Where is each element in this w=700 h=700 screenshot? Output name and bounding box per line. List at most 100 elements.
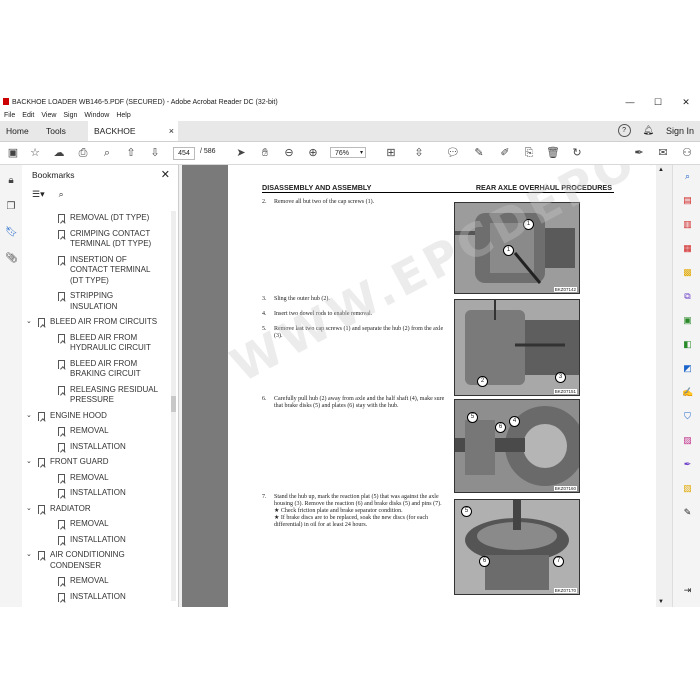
bookmark-item[interactable]: ⌄ AIR CONDITIONING CONDENSER: [22, 548, 162, 574]
lock-icon[interactable]: 🔒︎: [5, 175, 17, 187]
bookmark-item[interactable]: INSTALLATION: [22, 486, 162, 502]
bookmarks-close-icon[interactable]: ✕: [161, 168, 170, 181]
bookmark-item[interactable]: INSTALLATION: [22, 590, 162, 606]
scroll-mode-icon[interactable]: ⇳: [412, 146, 426, 160]
collapse-panel-icon[interactable]: ⇥: [682, 585, 693, 596]
search-icon[interactable]: ⌕: [682, 171, 693, 182]
bookmark-item[interactable]: INSTALLATION: [22, 440, 162, 456]
cloud-upload-icon[interactable]: ☁: [52, 146, 66, 160]
bookmark-item[interactable]: ⌄ RADIATOR: [22, 502, 162, 518]
chevron-down-icon[interactable]: ⌄: [26, 550, 32, 561]
bell-icon[interactable]: 🔔︎: [643, 125, 654, 136]
send-sign-icon[interactable]: ✒: [682, 459, 693, 470]
bookmark-icon: [58, 229, 65, 239]
bookmark-label: INSTALLATION: [70, 591, 126, 601]
email-icon[interactable]: ✉: [656, 146, 670, 160]
fit-page-icon[interactable]: ⊞: [384, 146, 398, 160]
bookmark-item[interactable]: REMOVAL: [22, 574, 162, 590]
scan-ocr-icon[interactable]: ◧: [682, 339, 693, 350]
bookmark-item[interactable]: INSTALLATION: [22, 533, 162, 549]
tab-close-icon[interactable]: ×: [169, 121, 174, 141]
bookmark-item[interactable]: REMOVAL: [22, 424, 162, 440]
chevron-down-icon[interactable]: ⌄: [26, 457, 32, 468]
bookmark-item[interactable]: REMOVAL (DT TYPE): [22, 211, 162, 227]
bookmark-item[interactable]: BLEED AIR FROM BRAKING CIRCUIT: [22, 357, 162, 383]
select-cursor-icon[interactable]: ➤: [234, 146, 248, 160]
bookmark-options-icon[interactable]: ☰▾: [32, 189, 45, 200]
bookmarks-tools: ☰▾ ⌕: [32, 189, 64, 200]
page-thumbnails-icon[interactable]: ❐: [5, 201, 17, 213]
organize-pages-icon[interactable]: ▣: [682, 315, 693, 326]
create-pdf-icon[interactable]: ▥: [682, 219, 693, 230]
bookmarks-scrollbar[interactable]: [171, 211, 176, 601]
bookmark-item[interactable]: RELEASING RESIDUAL PRESSURE: [22, 383, 162, 409]
bookmark-search-icon[interactable]: ⌕: [59, 189, 64, 200]
sign-pen-icon[interactable]: ✒: [632, 146, 646, 160]
maximize-button[interactable]: ☐: [644, 95, 672, 109]
bookmark-item[interactable]: ⌄ ENGINE HOOD: [22, 409, 162, 425]
comment-tool-icon[interactable]: ▩: [682, 267, 693, 278]
menu-view[interactable]: View: [41, 112, 56, 119]
delete-icon[interactable]: 🗑︎: [546, 146, 560, 160]
bookmarks-panel-icon[interactable]: 🔖︎: [5, 227, 18, 239]
certificates-icon[interactable]: ▧: [682, 483, 693, 494]
combine-files-icon[interactable]: ⧉: [682, 291, 693, 302]
menu-window[interactable]: Window: [84, 112, 109, 119]
minimize-button[interactable]: —: [616, 95, 644, 109]
chevron-down-icon[interactable]: ⌄: [26, 317, 32, 328]
bookmark-label: INSTALLATION: [70, 534, 126, 544]
draw-icon[interactable]: ✐: [498, 146, 512, 160]
rotate-icon[interactable]: ↻: [570, 146, 584, 160]
page-up-icon[interactable]: ⇧: [124, 146, 138, 160]
bookmark-item[interactable]: CRIMPING CONTACT TERMINAL (DT TYPE): [22, 227, 162, 253]
left-navigation-rail: 🔒︎ ❐ 🔖︎ 📎︎: [0, 165, 23, 607]
bookmarks-scroll-thumb[interactable]: [171, 396, 176, 412]
bookmark-item[interactable]: REMOVAL: [22, 471, 162, 487]
zoom-search-icon[interactable]: ⌕: [100, 146, 114, 160]
menu-file[interactable]: File: [4, 112, 15, 119]
bookmark-item[interactable]: ⌄ BLEED AIR FROM CIRCUITS: [22, 315, 162, 331]
bookmark-item[interactable]: ⌄ FRONT GUARD: [22, 455, 162, 471]
redact-icon[interactable]: ▨: [682, 435, 693, 446]
zoom-out-icon[interactable]: ⊖: [282, 146, 296, 160]
comment-icon[interactable]: 💬︎: [446, 146, 460, 160]
sign-in-button[interactable]: Sign In: [666, 126, 694, 136]
bookmark-item[interactable]: STRIPPING INSULATION: [22, 289, 162, 315]
zoom-select[interactable]: 76% ▾: [330, 147, 366, 158]
close-button[interactable]: ✕: [672, 95, 700, 109]
bookmark-label: BLEED AIR FROM CIRCUITS: [50, 317, 158, 326]
scroll-down-icon[interactable]: ▼: [658, 599, 664, 605]
zoom-in-icon[interactable]: ⊕: [306, 146, 320, 160]
tab-home[interactable]: Home: [0, 121, 35, 141]
print-icon[interactable]: ⎙: [76, 146, 90, 160]
shield-icon[interactable]: ⛉: [682, 411, 693, 422]
more-tools-icon[interactable]: ✎: [682, 507, 693, 518]
edit-pdf-icon[interactable]: ▦: [682, 243, 693, 254]
help-icon[interactable]: ?: [617, 124, 631, 137]
document-scrollbar[interactable]: ▲ ▼: [657, 165, 666, 607]
menu-sign[interactable]: Sign: [63, 112, 77, 119]
menu-edit[interactable]: Edit: [22, 112, 34, 119]
tab-tools[interactable]: Tools: [40, 121, 72, 141]
tab-document[interactable]: BACKHOE LOADER...×: [88, 121, 178, 156]
save-icon[interactable]: ▣: [6, 146, 20, 160]
bookmark-item[interactable]: REMOVAL: [22, 517, 162, 533]
hand-tool-icon[interactable]: ✋︎: [258, 146, 272, 160]
attachments-icon[interactable]: 📎︎: [5, 253, 18, 265]
stamp-icon[interactable]: ⎘: [522, 146, 536, 160]
step-text: Carefully pull hub (2) away from axle an…: [274, 396, 445, 409]
page-number-input[interactable]: 454: [173, 147, 195, 160]
highlight-pen-icon[interactable]: ✎: [472, 146, 486, 160]
scroll-up-icon[interactable]: ▲: [658, 167, 664, 173]
bookmark-item[interactable]: INSERTION OF CONTACT TERMINAL (DT TYPE): [22, 253, 162, 290]
chevron-down-icon[interactable]: ⌄: [26, 504, 32, 515]
bookmark-item[interactable]: BLEED AIR FROM HYDRAULIC CIRCUIT: [22, 331, 162, 357]
protect-icon[interactable]: ◩: [682, 363, 693, 374]
page-down-icon[interactable]: ⇩: [148, 146, 162, 160]
fill-sign-icon[interactable]: ✍: [682, 387, 693, 398]
bookmark-star-icon[interactable]: ☆: [28, 146, 42, 160]
export-pdf-icon[interactable]: ▤: [682, 195, 693, 206]
menu-help[interactable]: Help: [116, 112, 130, 119]
chevron-down-icon[interactable]: ⌄: [26, 411, 32, 422]
share-icon[interactable]: ⚇: [680, 146, 694, 160]
